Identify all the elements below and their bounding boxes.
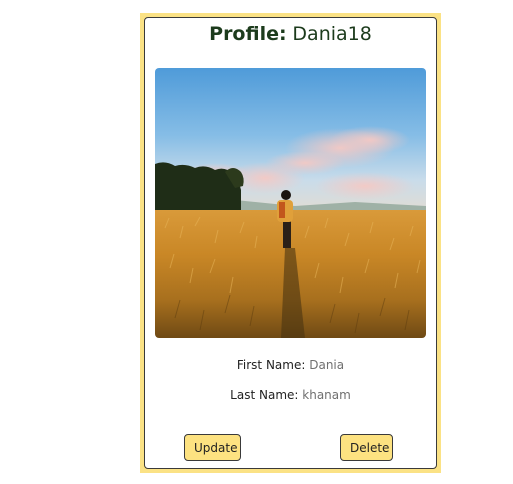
profile-photo [155, 68, 426, 338]
profile-username: Dania18 [292, 23, 372, 45]
first-name-label: First Name: [236, 358, 306, 372]
first-name-row: First Name: Dania [145, 358, 436, 372]
update-button[interactable]: Update [184, 434, 241, 461]
delete-button[interactable]: Delete [340, 434, 393, 461]
profile-card: Profile: Dania18 First Name: Dania Last … [144, 17, 437, 469]
page-title: Profile: Dania18 [145, 22, 436, 46]
last-name-row: Last Name: khanam [145, 388, 436, 402]
profile-title-label: Profile: [209, 23, 287, 45]
first-name-value: Dania [309, 358, 345, 372]
last-name-value: khanam [302, 388, 351, 402]
profile-card-frame: Profile: Dania18 First Name: Dania Last … [140, 13, 441, 473]
last-name-label: Last Name: [230, 388, 299, 402]
